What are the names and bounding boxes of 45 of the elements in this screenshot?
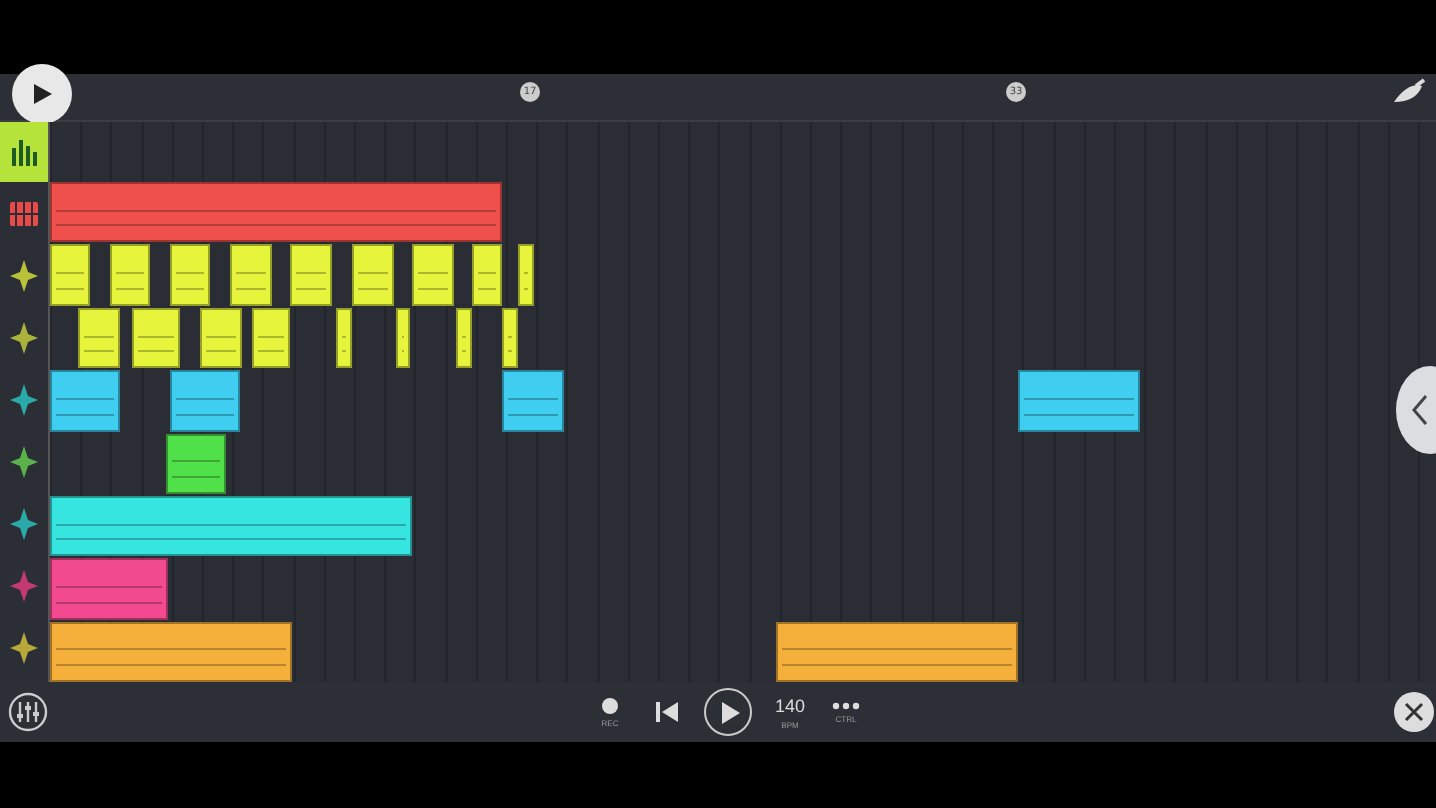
- close-button[interactable]: [1394, 692, 1434, 732]
- more-icon: [832, 701, 860, 709]
- clip[interactable]: [252, 307, 290, 369]
- clip[interactable]: [502, 307, 518, 369]
- clip[interactable]: [1018, 370, 1140, 431]
- clip[interactable]: [50, 558, 168, 620]
- clip[interactable]: [290, 244, 332, 306]
- clip[interactable]: [456, 307, 472, 369]
- clip[interactable]: [352, 244, 394, 306]
- waveform-icon[interactable]: [10, 259, 38, 292]
- clip[interactable]: [518, 244, 534, 306]
- clip[interactable]: [412, 244, 454, 306]
- clip[interactable]: [502, 370, 564, 431]
- chevron-left-icon: [1412, 394, 1428, 426]
- clip[interactable]: [50, 495, 412, 557]
- play-icon: [720, 701, 740, 723]
- pattern-icon[interactable]: [10, 201, 38, 226]
- close-icon: [1404, 702, 1424, 722]
- mixer-icon[interactable]: [8, 692, 48, 732]
- play-button[interactable]: [12, 64, 72, 124]
- clip[interactable]: [50, 244, 90, 306]
- bar-chart-icon[interactable]: [10, 138, 38, 166]
- clip[interactable]: [472, 244, 502, 306]
- clip[interactable]: [110, 244, 150, 306]
- clip[interactable]: [776, 621, 1018, 682]
- waveform-icon[interactable]: [10, 445, 38, 478]
- waveform-icon[interactable]: [10, 508, 38, 541]
- play-button[interactable]: [704, 688, 752, 736]
- clip[interactable]: [78, 307, 120, 369]
- rewind-icon: [655, 702, 677, 722]
- play-icon: [30, 82, 54, 106]
- clip[interactable]: [132, 307, 180, 369]
- clip[interactable]: [170, 370, 240, 431]
- clip[interactable]: [166, 433, 226, 494]
- clip[interactable]: [200, 307, 242, 369]
- clip[interactable]: [50, 370, 120, 431]
- waveform-icon[interactable]: [10, 321, 38, 354]
- clip[interactable]: [336, 307, 352, 369]
- clip[interactable]: [396, 307, 410, 369]
- clip[interactable]: [170, 244, 210, 306]
- clip[interactable]: [50, 182, 502, 243]
- waveform-icon[interactable]: [10, 632, 38, 665]
- waveform-icon[interactable]: [10, 383, 38, 416]
- clip[interactable]: [230, 244, 272, 306]
- clip[interactable]: [50, 621, 292, 682]
